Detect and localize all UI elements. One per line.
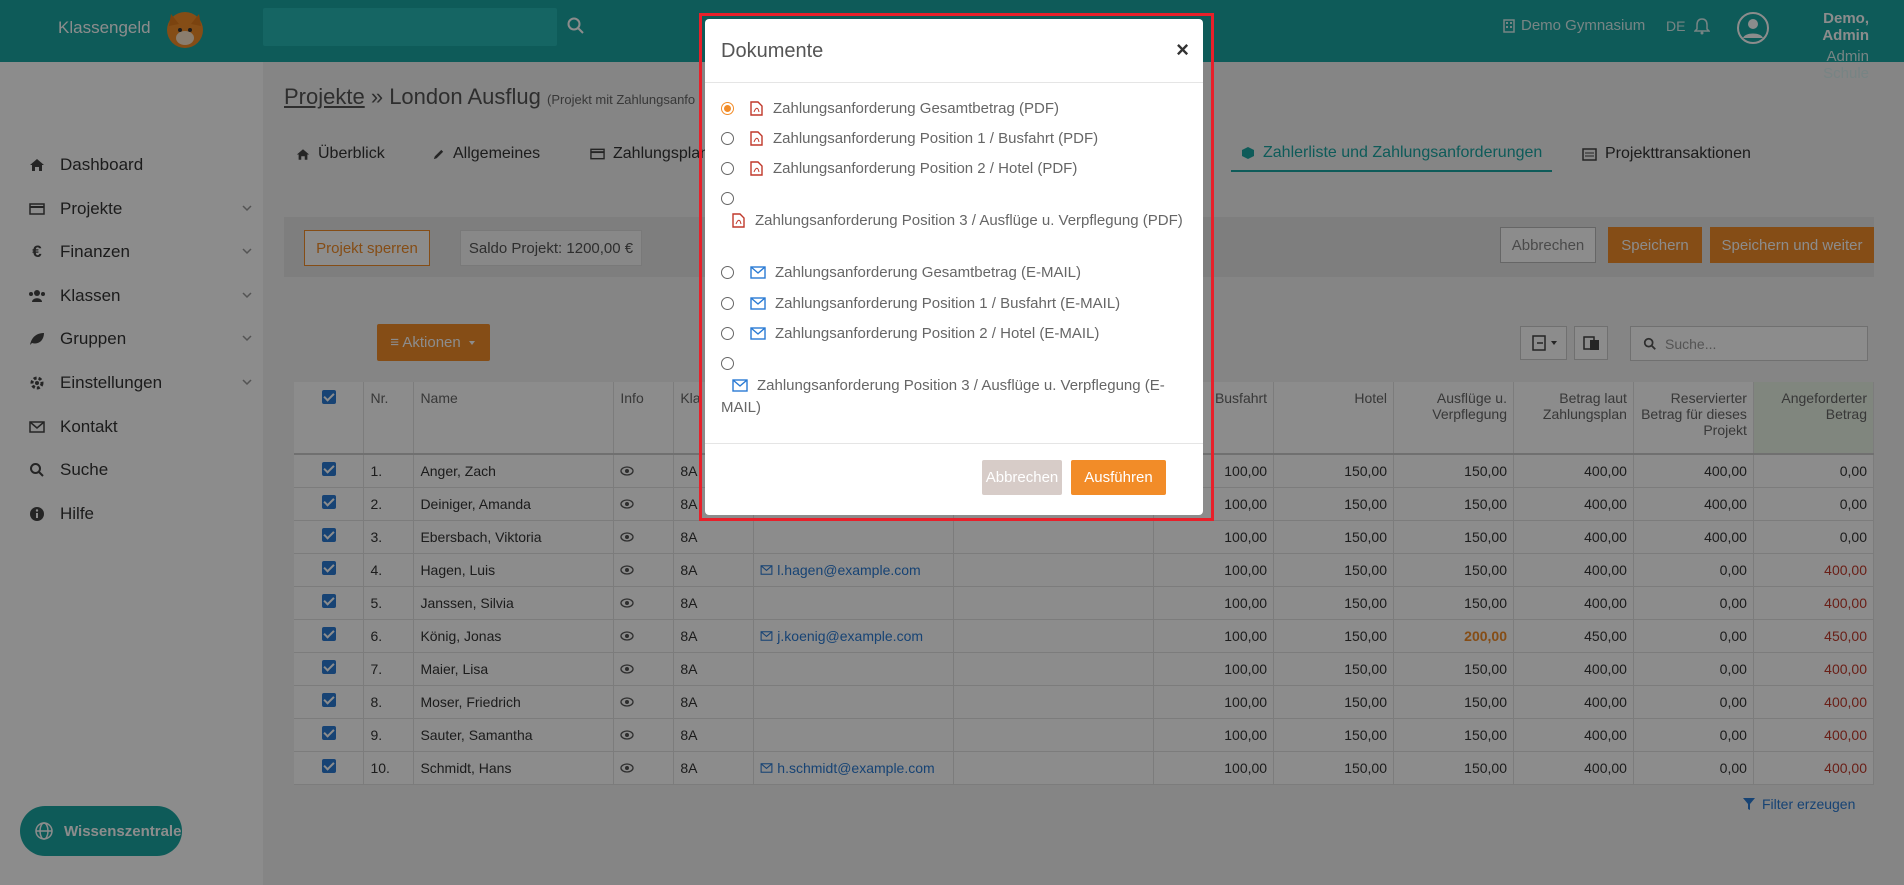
- radio-button[interactable]: [721, 327, 734, 340]
- option-label-line1: Zahlungsanforderung Position 3 / Ausflüg…: [757, 377, 1165, 394]
- dialog-cancel-button[interactable]: Abbrechen: [982, 460, 1062, 495]
- option-label: Zahlungsanforderung Gesamtbetrag (PDF): [773, 100, 1059, 117]
- documents-dialog: Dokumente × Zahlungsanforderung Gesamtbe…: [705, 19, 1203, 515]
- radio-button[interactable]: [721, 297, 734, 310]
- pdf-icon: [750, 131, 763, 146]
- close-icon[interactable]: ×: [1176, 37, 1189, 63]
- dialog-footer: Abbrechen Ausführen: [705, 443, 1203, 515]
- radio-button[interactable]: [721, 102, 734, 115]
- dialog-title: Dokumente: [721, 40, 824, 62]
- pdf-icon: [750, 101, 763, 116]
- execute-button[interactable]: Ausführen: [1071, 460, 1166, 495]
- radio-button[interactable]: [721, 357, 734, 370]
- radio-button[interactable]: [721, 266, 734, 279]
- option-label: Zahlungsanforderung Gesamtbetrag (E-MAIL…: [775, 264, 1081, 281]
- option-label: Zahlungsanforderung Position 2 / Hotel (…: [773, 160, 1078, 177]
- option-label: Zahlungsanforderung Position 2 / Hotel (…: [775, 325, 1100, 342]
- option-label-line2: MAIL): [721, 399, 762, 416]
- envelope-icon: [750, 327, 766, 340]
- envelope-icon: [732, 379, 748, 392]
- radio-button[interactable]: [721, 192, 734, 205]
- dialog-header: Dokumente ×: [705, 19, 1203, 83]
- radio-button[interactable]: [721, 132, 734, 145]
- pdf-icon: [732, 213, 745, 228]
- option-label: Zahlungsanforderung Position 3 / Ausflüg…: [755, 212, 1183, 229]
- envelope-icon: [750, 266, 766, 279]
- radio-button[interactable]: [721, 162, 734, 175]
- option-label: Zahlungsanforderung Position 1 / Busfahr…: [773, 130, 1099, 147]
- envelope-icon: [750, 297, 766, 310]
- pdf-icon: [750, 161, 763, 176]
- option-label: Zahlungsanforderung Position 1 / Busfahr…: [775, 295, 1121, 312]
